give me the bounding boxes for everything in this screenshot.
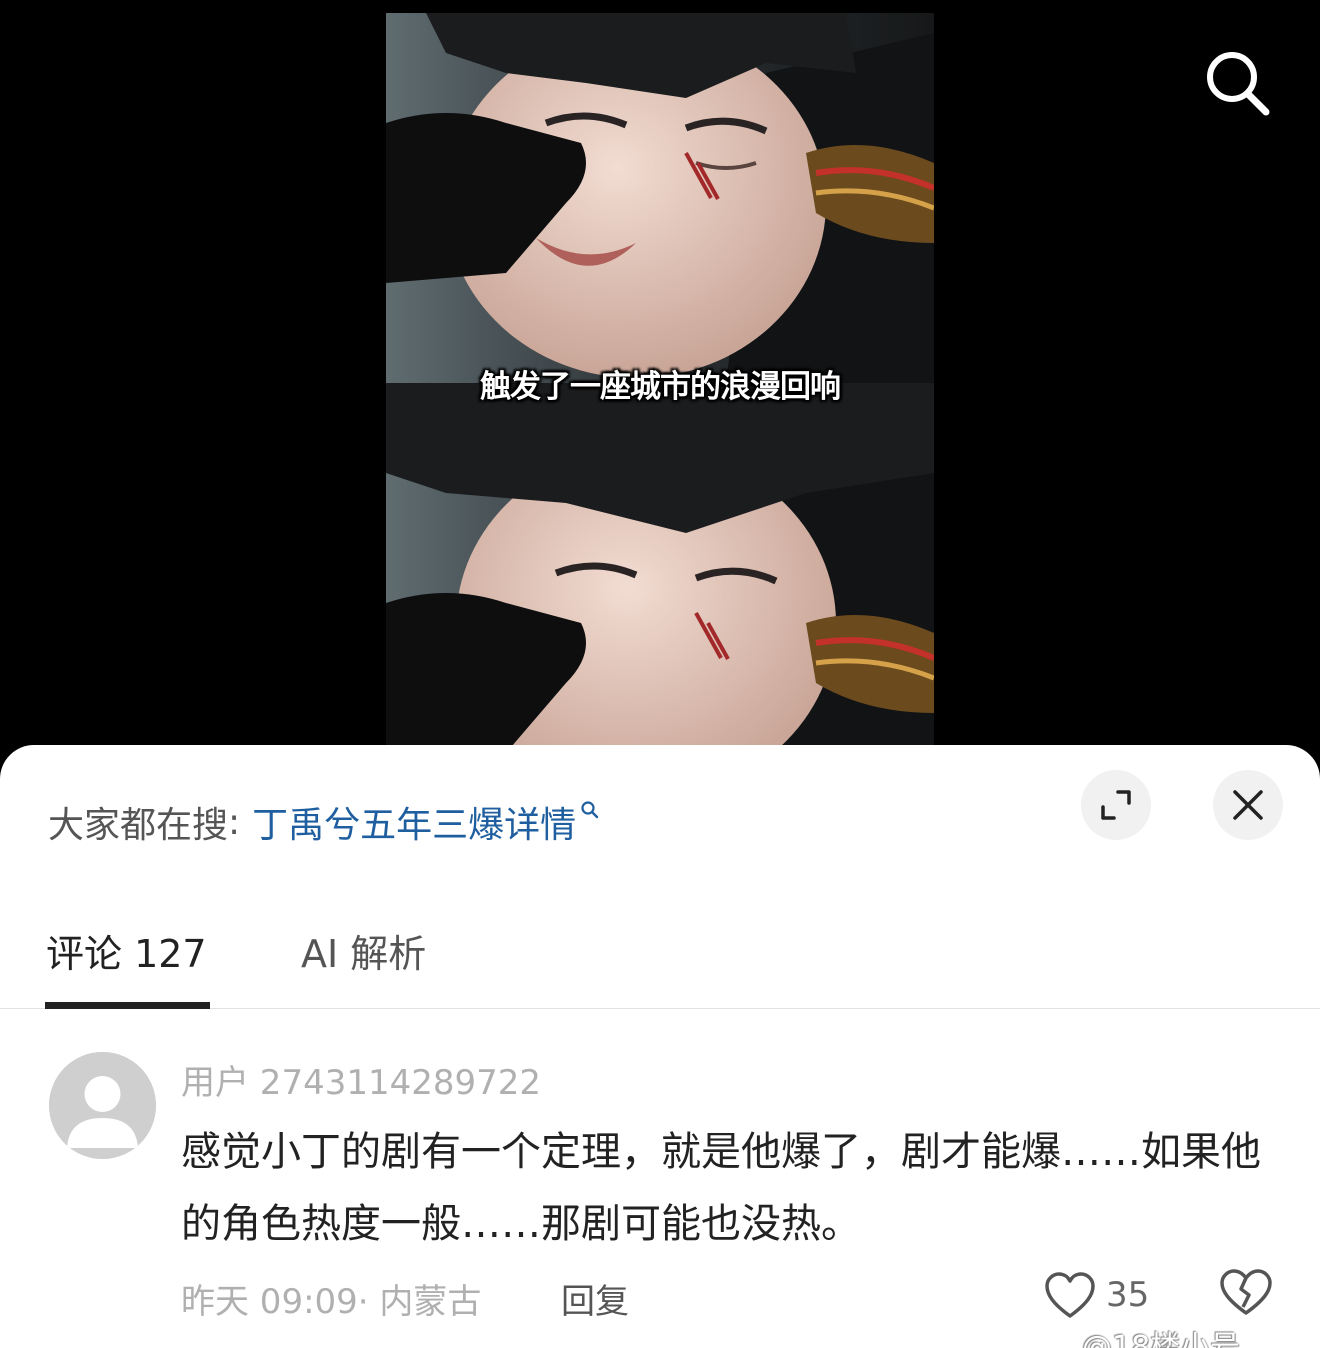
- watermark: @18楼小号: [1082, 1330, 1241, 1348]
- avatar[interactable]: [49, 1052, 156, 1159]
- comment-username[interactable]: 用户 2743114289722: [181, 1055, 541, 1104]
- expand-button[interactable]: [1081, 770, 1151, 840]
- dislike-button[interactable]: [1218, 1267, 1278, 1327]
- expand-icon: [1101, 790, 1131, 820]
- video-player[interactable]: 触发了一座城市的浪漫回响: [0, 0, 1320, 760]
- heart-icon: [1045, 1272, 1095, 1318]
- close-button[interactable]: [1213, 770, 1283, 840]
- comments-sheet: 大家都在搜 : 丁禹兮五年三爆详情 评论 127 AI 解析 用户 274311…: [0, 745, 1320, 1348]
- search-icon: [1207, 52, 1270, 116]
- video-subtitle: 触发了一座城市的浪漫回响: [480, 369, 841, 405]
- trending-separator: :: [228, 801, 241, 843]
- active-tab-indicator: [45, 1002, 210, 1009]
- trending-label: 大家都在搜: [48, 805, 229, 846]
- broken-heart-icon: [1220, 1269, 1272, 1315]
- tab-comments[interactable]: 评论 127: [46, 923, 207, 978]
- video-still-top: [386, 13, 934, 383]
- trending-search: 大家都在搜 : 丁禹兮五年三爆详情: [48, 797, 600, 847]
- search-small-icon: [580, 788, 600, 829]
- tab-ai-analysis[interactable]: AI 解析: [301, 923, 426, 978]
- sheet-tabs: 评论 127 AI 解析: [0, 915, 1320, 1009]
- video-frame[interactable]: 触发了一座城市的浪漫回响: [386, 13, 934, 753]
- reply-button[interactable]: 回复: [561, 1274, 629, 1323]
- default-avatar-icon: [49, 1052, 156, 1159]
- search-button[interactable]: [1198, 44, 1278, 124]
- comment-time-location: 昨天 09:09· 内蒙古: [181, 1282, 482, 1322]
- like-count: 35: [1106, 1275, 1150, 1315]
- close-icon: [1233, 790, 1263, 820]
- video-still-bottom: [386, 383, 934, 753]
- comment-text: 感觉小丁的剧有一个定理，就是他爆了，剧才能爆……如果他的角色热度一般……那剧可能…: [181, 1129, 1261, 1247]
- trending-query-link[interactable]: 丁禹兮五年三爆详情: [252, 796, 576, 848]
- comment-item: 用户 2743114289722 感觉小丁的剧有一个定理，就是他爆了，剧才能爆……: [0, 1009, 1320, 1348]
